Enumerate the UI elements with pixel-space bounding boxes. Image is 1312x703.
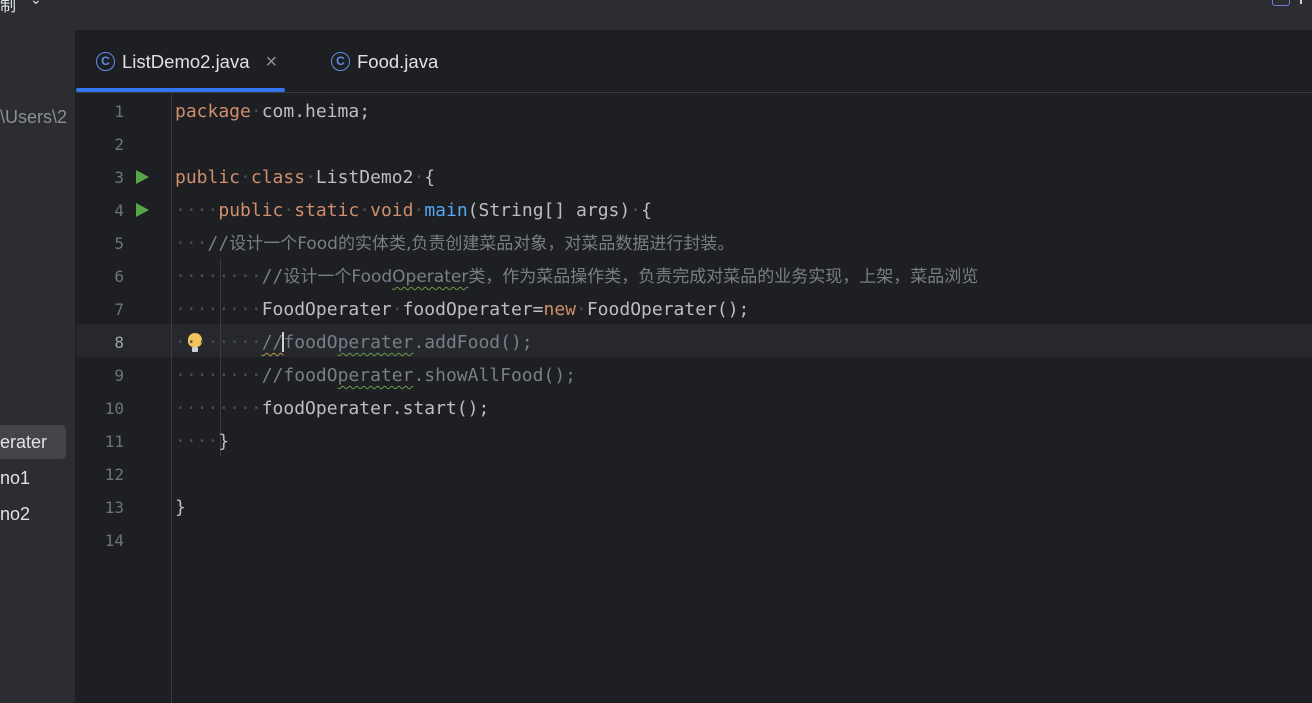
tab-label: Food.java xyxy=(357,51,439,72)
close-icon[interactable]: × xyxy=(266,51,278,73)
code-line-active: 8 ········//foodOperater.addFood(); xyxy=(76,326,1312,359)
code-text: ········FoodOperater·foodOperater=new·Fo… xyxy=(175,299,750,320)
line-number: 5 xyxy=(114,234,124,253)
code-editor: C ListDemo2.java × C Food.java 1 package·co… xyxy=(76,30,1312,703)
code-line: 5 ···//设计一个Food的实体类,负责创建菜品对象，对菜品数据进行封装。 xyxy=(76,227,1312,260)
code-text: } xyxy=(175,497,186,518)
line-number: 2 xyxy=(114,135,124,154)
code-text: package·com.heima; xyxy=(175,101,371,122)
line-number: 8 xyxy=(114,333,124,352)
chevron-down-icon[interactable]: ⌄ xyxy=(30,0,42,8)
line-number: 11 xyxy=(104,432,124,451)
tree-item-listdemo1[interactable]: no1 xyxy=(0,461,30,495)
tab-label: ListDemo2.java xyxy=(122,51,250,72)
code-line: 7 ········FoodOperater·foodOperater=new·… xyxy=(76,293,1312,326)
code-line: 14 xyxy=(76,524,1312,557)
top-toolbar: 制 ⌄ xyxy=(0,0,1312,30)
line-number: 13 xyxy=(104,498,124,517)
tab-listdemo2[interactable]: C ListDemo2.java × xyxy=(96,43,277,81)
line-number: 12 xyxy=(104,465,124,484)
code-area[interactable]: 1 package·com.heima; 2 3 public·class·Li… xyxy=(76,93,1312,703)
toolbar-edge-icon[interactable] xyxy=(1300,0,1312,4)
tree-item-foodoperater[interactable]: erater xyxy=(0,425,66,459)
code-line: 4 ····public·static·void·main(String[] a… xyxy=(76,194,1312,227)
line-number: 10 xyxy=(104,399,124,418)
tree-item-listdemo2[interactable]: no2 xyxy=(0,497,30,531)
code-line: 6 ········//设计一个FoodOperater类，作为菜品操作类，负责… xyxy=(76,260,1312,293)
project-panel: \Users\2 erater no1 no2 xyxy=(0,30,75,703)
tab-food[interactable]: C Food.java xyxy=(331,43,438,81)
line-number: 1 xyxy=(114,102,124,121)
line-number: 3 xyxy=(114,168,124,187)
code-line: 12 xyxy=(76,458,1312,491)
code-line: 1 package·com.heima; xyxy=(76,95,1312,128)
code-line: 11 ····} xyxy=(76,425,1312,458)
line-number: 9 xyxy=(114,366,124,385)
code-line: 3 public·class·ListDemo2·{ xyxy=(76,161,1312,194)
class-icon: C xyxy=(331,51,350,71)
class-icon: C xyxy=(96,51,115,71)
run-icon[interactable] xyxy=(136,170,149,184)
text-caret xyxy=(282,332,285,352)
code-text: ········//设计一个FoodOperater类，作为菜品操作类，负责完成… xyxy=(175,266,979,287)
run-icon[interactable] xyxy=(136,203,149,217)
project-path: \Users\2 xyxy=(0,107,68,127)
code-text: ····public·static·void·main(String[] arg… xyxy=(175,200,652,221)
code-line: 13 } xyxy=(76,491,1312,524)
line-number: 4 xyxy=(114,201,124,220)
code-line: 10 ········foodOperater.start(); xyxy=(76,392,1312,425)
code-text: ····} xyxy=(175,431,230,452)
line-number: 7 xyxy=(114,300,124,319)
code-line: 2 xyxy=(76,128,1312,161)
code-text: ········foodOperater.start(); xyxy=(175,398,490,419)
code-text: ········//foodOperater.showAllFood(); xyxy=(175,365,576,386)
code-line: 9 ········//foodOperater.showAllFood(); xyxy=(76,359,1312,392)
line-number: 14 xyxy=(104,531,124,550)
line-number: 6 xyxy=(114,267,124,286)
code-text: public·class·ListDemo2·{ xyxy=(175,167,436,188)
main-menu-label[interactable]: 制 xyxy=(0,0,16,16)
window-layout-icon[interactable] xyxy=(1272,0,1290,6)
active-tab-indicator xyxy=(76,88,285,92)
editor-tabs: C ListDemo2.java × C Food.java xyxy=(76,30,1312,93)
code-text: ···//设计一个Food的实体类,负责创建菜品对象，对菜品数据进行封装。 xyxy=(175,233,735,254)
code-text: ········//foodOperater.addFood(); xyxy=(175,332,533,353)
